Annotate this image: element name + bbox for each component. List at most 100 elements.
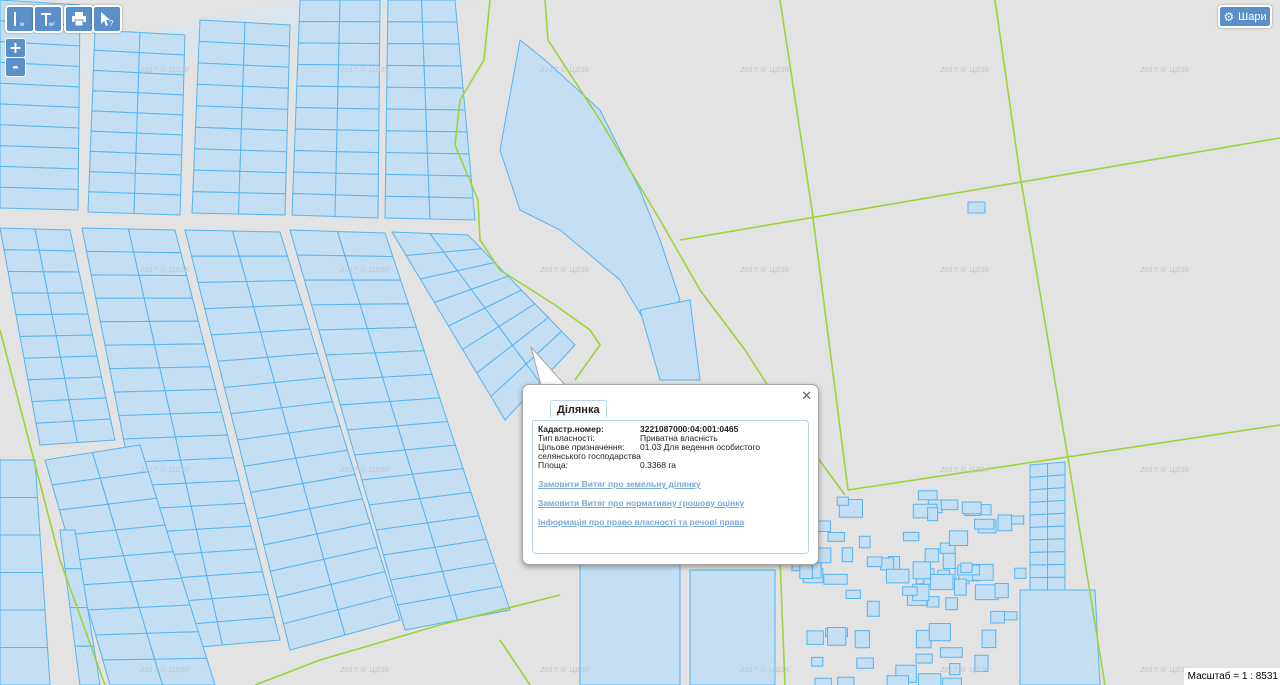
parcel[interactable] xyxy=(389,397,449,427)
parcel[interactable] xyxy=(423,65,464,89)
parcel[interactable] xyxy=(138,274,194,299)
parcel[interactable] xyxy=(422,43,462,67)
parcel[interactable] xyxy=(68,397,112,422)
parcel[interactable] xyxy=(827,532,845,542)
parcel[interactable] xyxy=(930,573,954,591)
parcel[interactable] xyxy=(961,501,982,515)
parcel[interactable] xyxy=(425,108,468,133)
parcel[interactable] xyxy=(338,0,381,23)
parcel[interactable] xyxy=(334,194,379,219)
parcel[interactable] xyxy=(137,72,185,96)
parcel[interactable] xyxy=(104,344,161,370)
parcel[interactable] xyxy=(107,497,166,531)
parcel[interactable] xyxy=(948,530,969,546)
parcel[interactable] xyxy=(195,105,243,130)
parcel[interactable] xyxy=(134,152,183,176)
parcel[interactable] xyxy=(1029,576,1048,591)
parcel[interactable] xyxy=(259,328,319,358)
parcel[interactable] xyxy=(80,581,140,611)
parcel[interactable] xyxy=(385,152,429,176)
parcel[interactable] xyxy=(118,413,177,440)
parcel[interactable] xyxy=(885,568,910,584)
parcel[interactable] xyxy=(386,21,424,45)
parcel[interactable] xyxy=(87,191,136,215)
parcel[interactable] xyxy=(210,331,269,362)
parcel[interactable] xyxy=(942,552,956,569)
parcel[interactable] xyxy=(915,653,933,664)
parcel[interactable] xyxy=(89,150,137,174)
parcel[interactable] xyxy=(64,376,107,401)
parcel[interactable] xyxy=(42,271,85,294)
parcel[interactable] xyxy=(384,195,431,220)
parcel[interactable] xyxy=(967,201,986,214)
parcel[interactable] xyxy=(359,303,417,330)
parcel[interactable] xyxy=(88,171,136,194)
parcel[interactable] xyxy=(945,597,958,611)
parcel[interactable] xyxy=(1029,475,1048,491)
parcel[interactable] xyxy=(51,313,94,337)
parcel[interactable] xyxy=(122,551,183,583)
parcel[interactable] xyxy=(109,367,166,393)
parcel[interactable] xyxy=(338,21,381,45)
parcel[interactable] xyxy=(335,151,380,175)
parcel[interactable] xyxy=(191,191,240,215)
parcel[interactable] xyxy=(384,173,430,198)
parcel[interactable] xyxy=(426,130,470,155)
parcel[interactable] xyxy=(240,107,289,132)
parcel[interactable] xyxy=(1047,474,1066,490)
parcel[interactable] xyxy=(298,0,341,23)
parcel[interactable] xyxy=(1029,500,1048,516)
parcel[interactable] xyxy=(385,130,428,154)
parcel[interactable] xyxy=(243,43,290,68)
parcel[interactable] xyxy=(902,586,918,596)
parcel[interactable] xyxy=(994,583,1009,599)
parcel[interactable] xyxy=(92,49,140,74)
parcel[interactable] xyxy=(0,165,79,191)
parcel[interactable] xyxy=(38,249,80,273)
parcel[interactable] xyxy=(928,623,951,642)
parcel[interactable] xyxy=(204,306,262,336)
parcel[interactable] xyxy=(113,390,171,417)
parcel[interactable] xyxy=(351,279,410,305)
ownership-info-link[interactable]: Інформація про право власності та речові… xyxy=(538,517,803,527)
order-valuation-extract-link[interactable]: Замовити Витяг про нормативну грошову оц… xyxy=(538,498,803,508)
parcel[interactable] xyxy=(216,616,281,646)
parcel[interactable] xyxy=(87,606,148,636)
parcel[interactable] xyxy=(90,274,145,299)
parcel[interactable] xyxy=(231,230,289,257)
parcel[interactable] xyxy=(95,297,151,323)
tab-parcel[interactable]: Ділянка xyxy=(550,400,607,418)
parcel[interactable] xyxy=(837,676,855,685)
parcel[interactable] xyxy=(190,502,252,530)
parcel[interactable] xyxy=(292,171,337,196)
parcel[interactable] xyxy=(240,128,288,153)
parcel[interactable] xyxy=(1047,499,1066,515)
parcel[interactable] xyxy=(23,356,66,381)
parcel[interactable] xyxy=(940,499,959,511)
parcel[interactable] xyxy=(836,496,849,506)
parcel[interactable] xyxy=(806,630,824,645)
parcel[interactable] xyxy=(159,366,217,392)
parcel[interactable] xyxy=(0,609,49,648)
parcel[interactable] xyxy=(196,62,245,87)
parcel[interactable] xyxy=(135,132,183,156)
parcel[interactable] xyxy=(325,352,384,381)
parcel[interactable] xyxy=(99,320,156,346)
parcel[interactable] xyxy=(1047,563,1066,578)
parcel[interactable] xyxy=(1010,515,1025,525)
parcel[interactable] xyxy=(336,230,394,258)
parcel[interactable] xyxy=(153,343,211,369)
parcel[interactable] xyxy=(184,229,241,257)
parcel[interactable] xyxy=(336,86,380,110)
parcel[interactable] xyxy=(827,627,847,646)
parcel[interactable] xyxy=(1047,525,1066,540)
parcel[interactable] xyxy=(0,186,79,211)
parcel[interactable] xyxy=(1014,567,1027,579)
parcel[interactable] xyxy=(366,326,425,354)
parcel[interactable] xyxy=(1047,538,1066,553)
parcel[interactable] xyxy=(942,677,962,685)
parcel[interactable] xyxy=(1029,538,1048,554)
parcel[interactable] xyxy=(91,90,139,114)
parcel[interactable] xyxy=(1029,462,1048,479)
parcel[interactable] xyxy=(134,172,182,196)
